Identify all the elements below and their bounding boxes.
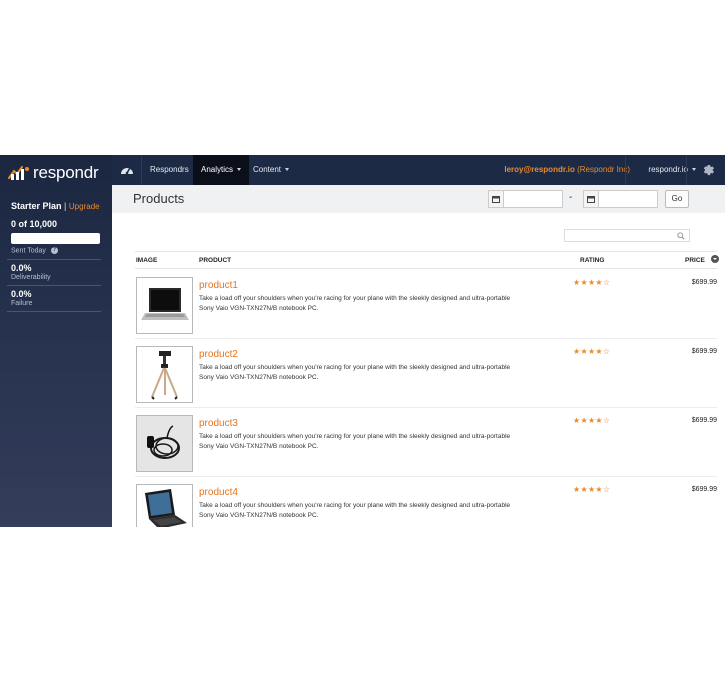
failure-value: 0.0% xyxy=(11,289,32,299)
page-header: Products - Go xyxy=(112,185,725,213)
logo[interactable]: respondr xyxy=(8,163,99,183)
user-email-address: leroy@respondr.io xyxy=(504,165,575,174)
laptop-open-icon xyxy=(145,489,187,527)
tripod-icon[interactable] xyxy=(136,346,193,403)
divider xyxy=(7,311,101,312)
product-price: $699.99 xyxy=(691,279,717,286)
end-date-input[interactable] xyxy=(598,190,658,208)
page-title: Products xyxy=(133,191,185,206)
sent-progress-bar xyxy=(11,233,100,244)
dashboard-icon[interactable] xyxy=(120,164,134,176)
search-box[interactable] xyxy=(564,229,690,242)
cable-icon[interactable] xyxy=(136,415,193,472)
sidebar: respondr Starter Plan | Upgrade 0 of 10,… xyxy=(0,155,112,527)
rating-stars: ★★★★☆ xyxy=(573,347,611,356)
logo-text: respondr xyxy=(33,163,99,182)
search-icon[interactable] xyxy=(677,232,685,240)
sent-count: 0 of 10,000 xyxy=(11,219,58,229)
nav-divider xyxy=(686,155,687,185)
start-date-input[interactable] xyxy=(503,190,563,208)
table-header: IMAGE PRODUCT RATING PRICE xyxy=(135,251,719,269)
column-product[interactable]: PRODUCT xyxy=(199,257,231,264)
plan-separator: | xyxy=(64,201,67,211)
logo-icon xyxy=(8,166,29,180)
product-name[interactable]: product3 xyxy=(199,418,238,429)
table-row[interactable]: product3 Take a load off your shoulders … xyxy=(135,408,717,477)
column-rating[interactable]: RATING xyxy=(580,257,604,264)
plan-name: Starter Plan xyxy=(11,201,62,211)
date-range-dash: - xyxy=(569,192,573,203)
product-description: Take a load off your shoulders when you'… xyxy=(199,502,511,519)
column-price[interactable]: PRICE xyxy=(685,257,705,264)
cable-icon xyxy=(137,416,192,471)
start-calendar-button[interactable] xyxy=(488,190,503,208)
app-window: respondr Starter Plan | Upgrade 0 of 10,… xyxy=(0,155,725,527)
search-input[interactable] xyxy=(568,230,668,241)
upgrade-link[interactable]: Upgrade xyxy=(69,202,100,211)
product-description: Take a load off your shoulders when you'… xyxy=(199,364,511,381)
laptop-icon[interactable] xyxy=(136,277,193,334)
sort-icon[interactable] xyxy=(711,255,719,263)
nav-analytics-label: Analytics xyxy=(201,165,234,174)
product-description: Take a load off your shoulders when you'… xyxy=(199,433,511,450)
divider xyxy=(7,285,101,286)
top-nav: Respondrs Analytics Content leroy@respon… xyxy=(112,155,725,185)
account-label: respondr.io xyxy=(648,165,688,174)
nav-content-label: Content xyxy=(253,165,282,174)
nav-respondrs-label: Respondrs xyxy=(150,165,189,174)
divider xyxy=(7,259,101,260)
rating-stars: ★★★★☆ xyxy=(573,416,611,425)
chevron-down-icon xyxy=(692,168,696,172)
gear-icon[interactable] xyxy=(702,163,715,176)
column-image[interactable]: IMAGE xyxy=(136,257,157,264)
calendar-icon xyxy=(587,196,595,203)
end-calendar-button[interactable] xyxy=(583,190,598,208)
chevron-down-icon xyxy=(285,168,290,172)
failure-label: Failure xyxy=(11,300,33,307)
product-name[interactable]: product2 xyxy=(199,349,238,360)
nav-respondrs[interactable]: Respondrs xyxy=(142,155,197,185)
calendar-icon xyxy=(492,196,500,203)
nav-divider xyxy=(625,155,626,185)
product-name[interactable]: product4 xyxy=(199,487,238,498)
deliverability-value: 0.0% xyxy=(11,263,32,273)
product-price: $699.99 xyxy=(691,417,717,424)
account-menu[interactable]: respondr.io xyxy=(648,155,696,185)
nav-analytics[interactable]: Analytics xyxy=(193,155,250,185)
table-row[interactable]: product1 Take a load off your shoulders … xyxy=(135,270,717,339)
chevron-down-icon xyxy=(237,168,242,172)
sent-today-text: Sent Today xyxy=(11,247,46,255)
product-description: Take a load off your shoulders when you'… xyxy=(199,295,511,312)
product-name[interactable]: product1 xyxy=(199,280,238,291)
plan-label: Starter Plan | Upgrade xyxy=(11,201,100,211)
sent-today-label: Sent Today ? xyxy=(11,247,58,254)
help-icon[interactable]: ? xyxy=(50,247,58,254)
product-price: $699.99 xyxy=(691,486,717,493)
user-org: (Respondr Inc) xyxy=(577,165,630,174)
go-button[interactable]: Go xyxy=(665,190,689,208)
tripod-icon xyxy=(151,351,178,400)
product-price: $699.99 xyxy=(691,348,717,355)
user-email[interactable]: leroy@respondr.io (Respondr Inc) xyxy=(504,155,630,185)
table-row[interactable]: product4 Take a load off your shoulders … xyxy=(135,477,717,527)
laptop-open-icon[interactable] xyxy=(136,484,193,527)
table-row[interactable]: product2 Take a load off your shoulders … xyxy=(135,339,717,408)
laptop-icon xyxy=(141,288,189,320)
nav-content[interactable]: Content xyxy=(245,155,297,185)
rating-stars: ★★★★☆ xyxy=(573,485,611,494)
deliverability-label: Deliverability xyxy=(11,274,51,281)
main-content: Products - Go IMAGE PRODUCT RATING PRICE xyxy=(112,185,725,527)
rating-stars: ★★★★☆ xyxy=(573,278,611,287)
